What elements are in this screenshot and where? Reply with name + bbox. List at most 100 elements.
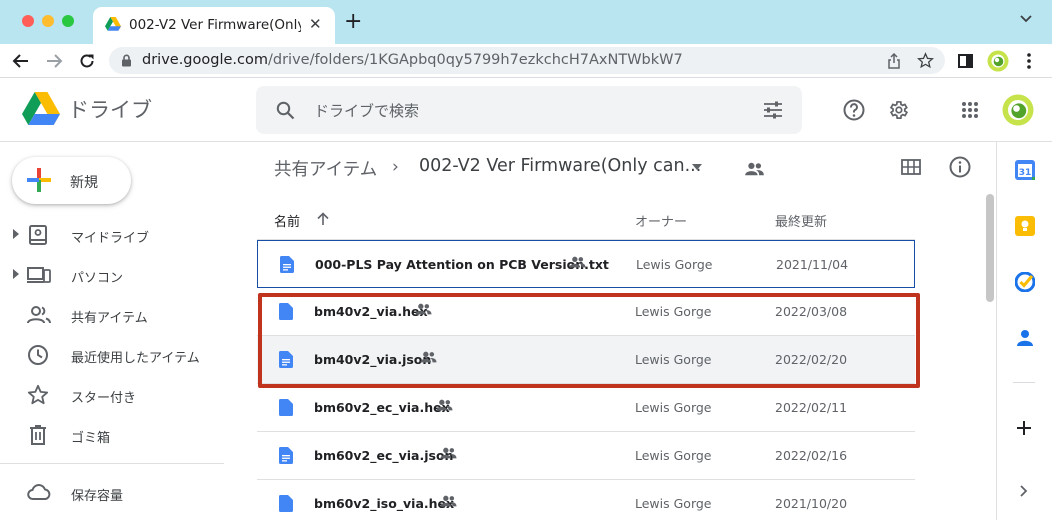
cloud-icon [27, 484, 51, 500]
doc-file-icon [279, 495, 293, 512]
reload-icon[interactable] [78, 52, 96, 70]
file-row[interactable]: bm60v2_ec_via.hex Lewis Gorge 2022/02/11 [257, 384, 915, 432]
calendar-icon[interactable]: 31 [1015, 160, 1035, 180]
expand-panel-chevron-icon[interactable] [1020, 485, 1028, 497]
file-row[interactable]: bm60v2_iso_via.hex Lewis Gorge 2021/10/2… [257, 480, 915, 528]
side-panel-divider [1013, 382, 1035, 383]
clock-icon [28, 345, 48, 365]
file-modified-date: 2021/11/04 [776, 257, 849, 272]
minimize-window-button[interactable] [42, 15, 54, 27]
sidebar-item-label: 保存容量 [71, 489, 124, 504]
trash-icon [30, 425, 46, 445]
file-modified-date: 2022/02/16 [775, 448, 848, 463]
computer-icon [27, 267, 51, 283]
new-button[interactable]: 新規 [12, 157, 131, 204]
doc-file-icon [279, 399, 293, 416]
file-row[interactable]: bm60v2_ec_via.json Lewis Gorge 2022/02/1… [257, 432, 915, 480]
tasks-icon[interactable] [1015, 272, 1035, 292]
address-bar[interactable]: drive.google.com/drive/folders/1KGApbq0q… [109, 47, 945, 74]
bookmark-star-icon[interactable] [917, 52, 934, 69]
folder-menu-caret-icon[interactable] [692, 164, 702, 170]
highlight-annotation-box [258, 293, 920, 388]
star-icon [27, 384, 49, 405]
sidebar-item-starred[interactable]: スター付き [0, 379, 224, 411]
column-header-modified[interactable]: 最終更新 [775, 211, 827, 230]
expand-caret-icon[interactable] [13, 269, 19, 279]
keep-icon[interactable] [1015, 216, 1035, 236]
shared-people-icon [440, 495, 457, 507]
expand-caret-icon[interactable] [13, 229, 19, 239]
sidebar-item-shared[interactable]: 共有アイテム [0, 299, 224, 331]
grid-view-icon[interactable] [901, 159, 921, 175]
file-name: bm60v2_iso_via.hex [314, 496, 455, 511]
doc-file-icon [279, 447, 293, 464]
sidebar-item-label: スター付き [71, 391, 137, 406]
search-input[interactable]: ドライブで検索 [314, 100, 419, 121]
sidebar-item-recent[interactable]: 最近使用したアイテム [0, 339, 224, 371]
doc-file-icon [280, 256, 294, 273]
new-tab-button[interactable]: + [344, 11, 362, 33]
sidebar-item-trash[interactable]: ゴミ箱 [0, 419, 224, 451]
help-icon[interactable] [843, 99, 865, 121]
search-icon[interactable] [276, 101, 295, 120]
people-icon [27, 306, 51, 324]
maximize-window-button[interactable] [62, 15, 74, 27]
file-name: 000-PLS Pay Attention on PCB Version.txt [315, 257, 609, 272]
shared-people-icon [436, 399, 453, 411]
sort-ascending-arrow-icon[interactable] [317, 212, 329, 225]
file-row[interactable]: 000-PLS Pay Attention on PCB Version.txt… [257, 240, 915, 288]
drive-search-box[interactable]: ドライブで検索 [256, 86, 802, 134]
shared-folder-people-icon [745, 162, 764, 176]
contacts-icon[interactable] [1016, 329, 1034, 347]
file-owner: Lewis Gorge [635, 448, 712, 463]
svg-text:31: 31 [1019, 168, 1032, 178]
sidebar-divider [0, 463, 224, 464]
close-window-button[interactable] [22, 15, 34, 27]
url-host: drive.google.com [142, 52, 268, 68]
search-options-icon[interactable] [763, 101, 783, 119]
forward-arrow-icon[interactable] [45, 53, 63, 69]
column-header-name[interactable]: 名前 [274, 211, 300, 230]
file-owner: Lewis Gorge [635, 400, 712, 415]
share-page-icon[interactable] [887, 53, 901, 69]
file-owner: Lewis Gorge [636, 257, 713, 272]
drive-app-title[interactable]: ドライブ [68, 94, 152, 124]
sidebar-item-label: マイドライブ [71, 231, 150, 246]
my-drive-icon [29, 225, 47, 245]
browser-menu-icon[interactable] [1027, 53, 1031, 69]
sidebar-item-label: 最近使用したアイテム [71, 351, 200, 366]
new-button-label: 新規 [70, 175, 98, 191]
side-panel-icon[interactable] [958, 54, 973, 68]
sidebar-item-my-drive[interactable]: マイドライブ [0, 219, 224, 251]
tab-search-chevron-icon[interactable] [1020, 15, 1032, 23]
shared-people-icon [440, 447, 457, 459]
account-avatar-icon[interactable] [1002, 94, 1034, 126]
sidebar-item-computers[interactable]: パソコン [0, 259, 224, 291]
file-owner: Lewis Gorge [635, 496, 712, 511]
breadcrumb-parent[interactable]: 共有アイテム [274, 156, 377, 181]
info-icon[interactable] [949, 156, 971, 178]
shared-people-icon [569, 256, 586, 268]
sidebar-item-storage[interactable]: 保存容量 [0, 477, 224, 509]
list-scrollbar[interactable] [986, 194, 994, 302]
file-modified-date: 2022/02/11 [775, 400, 848, 415]
profile-avatar-icon[interactable] [987, 50, 1009, 72]
browser-toolbar: drive.google.com/drive/folders/1KGApbq0q… [0, 44, 1052, 78]
sidebar-item-label: ゴミ箱 [71, 431, 111, 446]
column-header-owner[interactable]: オーナー [635, 211, 687, 230]
add-addon-plus-icon[interactable] [1016, 420, 1032, 436]
apps-grid-icon[interactable] [961, 101, 979, 119]
sidebar-item-label: パソコン [71, 271, 124, 286]
browser-tab-strip: 002-V2 Ver Firmware(Only can ✕ + [0, 0, 1052, 44]
breadcrumb-separator: › [392, 157, 399, 177]
settings-gear-icon[interactable] [887, 99, 909, 121]
drive-header: ドライブ ドライブで検索 [0, 78, 1052, 142]
side-panel: 31 [996, 142, 1052, 520]
browser-tab[interactable]: 002-V2 Ver Firmware(Only can ✕ [93, 7, 335, 44]
plus-multicolor-icon [27, 168, 51, 192]
file-name: bm60v2_ec_via.json [314, 448, 454, 463]
breadcrumb-current-folder[interactable]: 002-V2 Ver Firmware(Only can... [419, 156, 701, 176]
drive-logo-icon[interactable] [22, 92, 60, 125]
back-arrow-icon[interactable] [12, 53, 30, 69]
tab-close-icon[interactable]: ✕ [309, 15, 322, 33]
